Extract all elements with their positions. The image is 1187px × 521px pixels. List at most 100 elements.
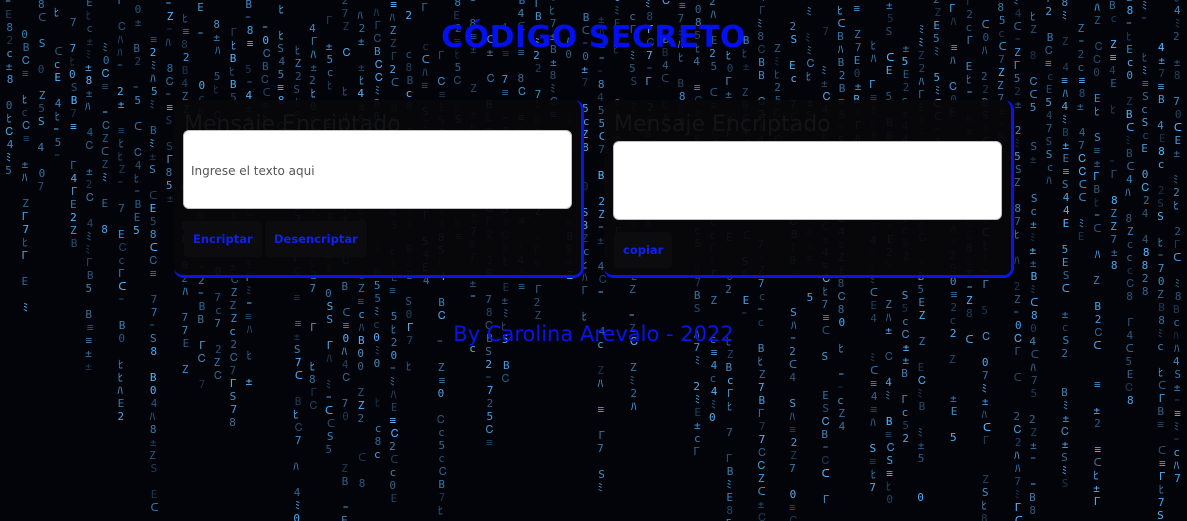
svg-text:Ꮯ: Ꮯ bbox=[214, 369, 222, 382]
svg-text:E: E bbox=[886, 64, 893, 77]
svg-text:E: E bbox=[1175, 134, 1182, 147]
svg-text:0: 0 bbox=[917, 491, 924, 504]
svg-text:S: S bbox=[822, 402, 829, 415]
svg-text:2: 2 bbox=[981, 70, 988, 83]
encrypt-button[interactable]: Encriptar bbox=[184, 221, 262, 257]
svg-text:Ꮯ: Ꮯ bbox=[1078, 152, 1086, 165]
svg-text:Z: Z bbox=[966, 294, 973, 307]
svg-text:8: 8 bbox=[997, 1, 1004, 14]
svg-text:5: 5 bbox=[1014, 150, 1021, 163]
svg-text:0: 0 bbox=[293, 512, 300, 521]
svg-text:4: 4 bbox=[1061, 100, 1068, 113]
svg-text:E: E bbox=[854, 54, 861, 67]
svg-text:ﾋ: ﾋ bbox=[1110, 103, 1116, 116]
svg-text:5: 5 bbox=[933, 71, 940, 84]
svg-text:ﾊ: ﾊ bbox=[870, 416, 876, 429]
svg-text:ᑕ: ᑕ bbox=[1174, 121, 1182, 134]
svg-text:ﾊ: ﾊ bbox=[982, 408, 988, 421]
svg-text:4: 4 bbox=[518, 7, 525, 20]
svg-text:≡: ≡ bbox=[789, 423, 796, 436]
svg-text:ᑕ: ᑕ bbox=[789, 358, 797, 371]
svg-text:ﾐ: ﾐ bbox=[1013, 0, 1019, 7]
svg-text:Γ: Γ bbox=[823, 493, 830, 506]
svg-text:4: 4 bbox=[1157, 119, 1164, 132]
svg-text:0: 0 bbox=[854, 67, 861, 80]
svg-text:±: ± bbox=[1093, 482, 1100, 495]
svg-text:4: 4 bbox=[357, 87, 364, 100]
svg-text:ᑕ: ᑕ bbox=[1126, 121, 1134, 134]
svg-text:0: 0 bbox=[1175, 108, 1182, 121]
svg-text:±: ± bbox=[149, 150, 156, 163]
svg-text:S: S bbox=[598, 468, 605, 481]
svg-text:2: 2 bbox=[725, 283, 732, 296]
svg-text:B: B bbox=[727, 465, 734, 478]
svg-text:4: 4 bbox=[294, 486, 301, 499]
svg-text:7: 7 bbox=[295, 356, 302, 369]
svg-text:ｰ: ｰ bbox=[247, 76, 253, 89]
svg-text:±: ± bbox=[1062, 308, 1069, 321]
svg-text:B: B bbox=[919, 400, 926, 413]
svg-text:2: 2 bbox=[1014, 85, 1021, 98]
copy-button[interactable]: copiar bbox=[614, 232, 673, 268]
svg-text:Z: Z bbox=[534, 309, 541, 322]
svg-text:ᑕ: ᑕ bbox=[149, 189, 157, 202]
svg-text:ᑕ: ᑕ bbox=[1093, 222, 1101, 235]
svg-text:ﾐ: ﾐ bbox=[85, 243, 91, 256]
svg-text:B: B bbox=[1062, 126, 1069, 139]
svg-text:±: ± bbox=[550, 56, 557, 69]
svg-text:±: ± bbox=[167, 192, 174, 205]
svg-text:0: 0 bbox=[406, 308, 413, 321]
svg-text:7: 7 bbox=[1031, 374, 1038, 387]
result-output[interactable] bbox=[613, 141, 1002, 220]
svg-text:Ꮯ: Ꮯ bbox=[102, 67, 110, 80]
svg-text:S: S bbox=[1030, 140, 1037, 153]
message-input[interactable] bbox=[183, 130, 572, 209]
svg-text:B: B bbox=[245, 0, 252, 11]
svg-text:8: 8 bbox=[838, 277, 845, 290]
svg-text:≡: ≡ bbox=[886, 467, 893, 480]
svg-text:Ꮯ: Ꮯ bbox=[1030, 75, 1038, 88]
svg-text:c: c bbox=[1030, 205, 1037, 218]
svg-text:c: c bbox=[1158, 158, 1165, 171]
svg-text:ᑕ: ᑕ bbox=[1173, 251, 1181, 264]
svg-text:5: 5 bbox=[325, 443, 332, 456]
svg-text:Γ: Γ bbox=[310, 386, 317, 399]
svg-text:≡: ≡ bbox=[1094, 378, 1101, 391]
svg-text:ﾊ: ﾊ bbox=[631, 400, 637, 413]
svg-text:0: 0 bbox=[69, 68, 76, 81]
svg-text:ﾊ: ﾊ bbox=[117, 384, 123, 397]
svg-text:ᑕ: ᑕ bbox=[1030, 296, 1038, 309]
svg-text:≡: ≡ bbox=[1045, 57, 1052, 70]
svg-text:7: 7 bbox=[982, 369, 989, 382]
svg-text:±: ± bbox=[85, 347, 92, 360]
decrypt-button[interactable]: Desencriptar bbox=[265, 221, 367, 257]
svg-text:ﾋ: ﾋ bbox=[549, 4, 555, 17]
svg-text:≡: ≡ bbox=[421, 79, 428, 92]
svg-text:8: 8 bbox=[1175, 290, 1182, 303]
svg-text:7: 7 bbox=[1078, 139, 1085, 152]
svg-text:B: B bbox=[135, 198, 142, 211]
svg-text:B: B bbox=[438, 478, 445, 491]
svg-text:≡: ≡ bbox=[118, 124, 125, 137]
svg-text:Z: Z bbox=[1014, 293, 1021, 306]
svg-text:Ꮯ: Ꮯ bbox=[439, 465, 447, 478]
svg-text:B: B bbox=[1094, 300, 1101, 313]
svg-text:ᑕ: ᑕ bbox=[118, 280, 126, 293]
svg-text:B: B bbox=[901, 367, 908, 380]
svg-text:Z: Z bbox=[1157, 288, 1164, 301]
svg-text:8: 8 bbox=[1143, 246, 1150, 259]
svg-text:S: S bbox=[870, 442, 877, 455]
svg-text:Z: Z bbox=[182, 363, 189, 376]
svg-text:ﾋ: ﾋ bbox=[1093, 469, 1099, 482]
svg-text:7: 7 bbox=[199, 378, 206, 391]
svg-text:B: B bbox=[262, 60, 269, 73]
svg-text:ﾋ: ﾋ bbox=[118, 358, 124, 371]
svg-text:ﾐ: ﾐ bbox=[550, 82, 556, 95]
svg-text:8: 8 bbox=[1126, 290, 1133, 303]
svg-text:ﾋ: ﾋ bbox=[1173, 199, 1179, 212]
svg-text:ﾊ: ﾊ bbox=[1014, 449, 1020, 462]
svg-text:7: 7 bbox=[70, 107, 77, 120]
svg-text:B: B bbox=[758, 56, 765, 69]
svg-text:ﾐ: ﾐ bbox=[503, 307, 509, 320]
svg-text:7: 7 bbox=[1046, 122, 1053, 135]
